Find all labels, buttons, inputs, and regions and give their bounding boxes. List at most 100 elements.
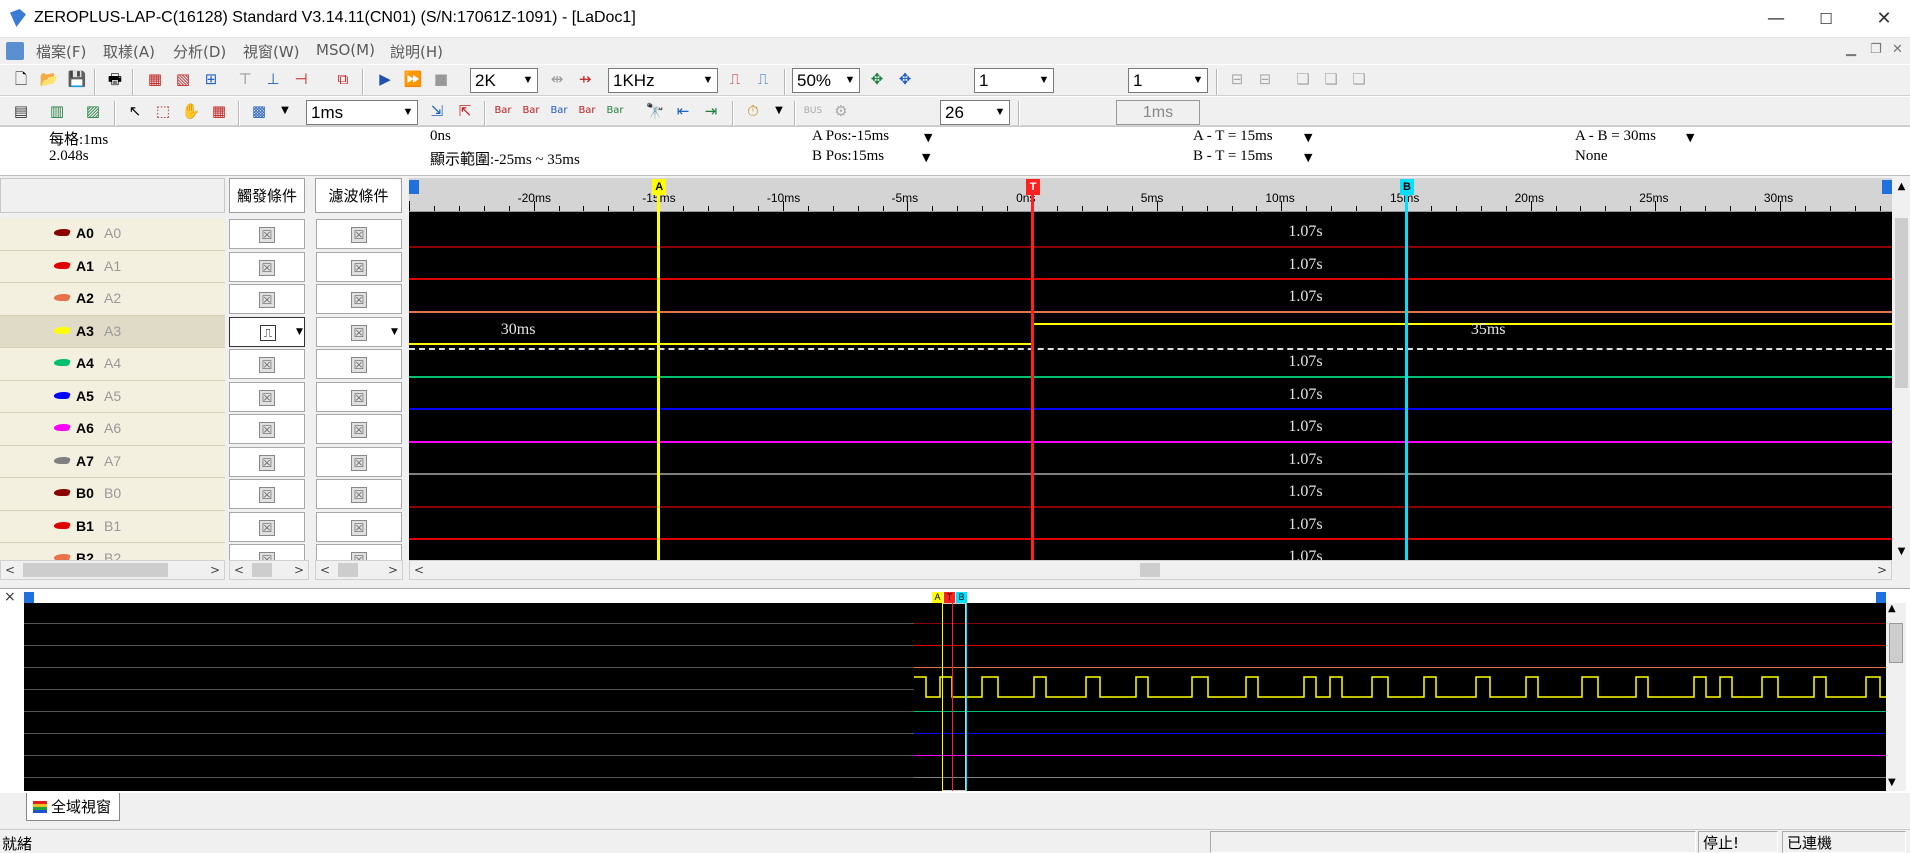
chevron-down-icon[interactable]: ▼ (296, 327, 303, 337)
signal-list-scrollbar[interactable]: < > (0, 560, 225, 580)
scroll-up-icon[interactable]: ▲ (1888, 603, 1896, 614)
filter-condition-cell[interactable]: ☒ (316, 446, 402, 477)
signal-row-b1[interactable]: B1 B1 (0, 510, 225, 543)
combo-a-select[interactable]: 1 ▼ (974, 68, 1054, 93)
signal-row-a3[interactable]: A3 A3 (0, 315, 225, 348)
copy-icon[interactable]: ❏ (1290, 65, 1316, 93)
trigger-rise-icon[interactable]: ⊤ (232, 65, 258, 93)
scroll-thumb[interactable] (252, 563, 272, 577)
trigger-condition-cell[interactable]: ☒ (229, 511, 305, 542)
sample-rate-select[interactable]: 1KHz ▼ (608, 68, 718, 93)
menu-acquire[interactable]: 取樣(A) (103, 41, 155, 62)
filter-condition-header[interactable]: 濾波條件 (315, 178, 402, 213)
signal-row-a7[interactable]: A7 A7 (0, 445, 225, 478)
ruler-left-end-marker[interactable] (409, 180, 419, 194)
signal-row-a4[interactable]: A4 A4 (0, 348, 225, 381)
print-icon[interactable]: 🖶 (102, 65, 128, 93)
minimize-button[interactable]: — (1753, 0, 1799, 38)
pointer-icon[interactable]: ↖ (122, 97, 148, 125)
clock-setup-icon[interactable]: ⧉ (330, 65, 356, 93)
scroll-left-icon[interactable]: < (316, 561, 334, 579)
a-minus-t-dropdown[interactable]: ▼ (1304, 131, 1312, 144)
scroll-right-icon[interactable]: > (206, 561, 224, 579)
scroll-left-icon[interactable]: < (1, 561, 19, 579)
calendar-icon[interactable]: ▦ (206, 97, 232, 125)
signal-row-a0[interactable]: A0 A0 (0, 218, 225, 251)
zoom-in-icon[interactable]: ✥ (864, 65, 890, 93)
maximize-button[interactable]: ☐ (1803, 0, 1849, 38)
filter-condition-cell[interactable]: ☒ ▼ (316, 316, 402, 347)
overview-flag-a[interactable]: A (932, 592, 943, 603)
overview-left-end-marker[interactable] (24, 592, 34, 603)
bar-cursor-icon[interactable]: Bar (490, 97, 516, 125)
trigger-condition-cell[interactable]: ☒ (229, 219, 305, 249)
zoom-out-icon[interactable]: ✥ (892, 65, 918, 93)
trigger-condition-cell[interactable]: ☒ (229, 251, 305, 282)
external-clock-icon[interactable]: ⎍ (722, 65, 748, 93)
trigger-position-select[interactable]: 50% ▼ (792, 68, 860, 93)
ruler-right-end-marker[interactable] (1882, 180, 1892, 194)
mdi-minimize-button[interactable]: ▁ (1846, 42, 1856, 57)
timer-icon[interactable]: ⏱ (740, 97, 766, 125)
mdi-restore-button[interactable]: ❐ (1870, 42, 1882, 57)
menu-help[interactable]: 說明(H) (390, 41, 443, 62)
trigger-condition-header[interactable]: 觸發條件 (229, 178, 305, 213)
trigger-pos-icon[interactable]: ⊣ (288, 65, 314, 93)
bus-icon[interactable]: BUS (800, 97, 826, 125)
trigger-condition-cell[interactable]: ☒ (229, 381, 305, 412)
mdi-close-button[interactable]: ✕ (1892, 42, 1903, 57)
overview-view-window[interactable] (942, 603, 966, 791)
bar-b-icon[interactable]: Bar (546, 97, 572, 125)
cursor-b-flag[interactable]: B (1399, 179, 1414, 195)
filter-condition-cell[interactable]: ☒ (316, 381, 402, 412)
a-minus-b-dropdown[interactable]: ▼ (1686, 131, 1694, 144)
trigger-column-scrollbar[interactable]: < > (229, 560, 309, 580)
group-icon[interactable]: ⊞ (198, 65, 224, 93)
delete-icon[interactable]: ❏ (1346, 65, 1372, 93)
bar-add-icon[interactable]: Bar (602, 97, 628, 125)
save-icon[interactable]: 💾 (64, 65, 90, 93)
trigger-condition-cell[interactable]: ☒ (229, 414, 305, 444)
bus-setup-icon[interactable]: ⚙ (828, 97, 854, 125)
select-region-icon[interactable]: ⬚ (150, 97, 176, 125)
waveform-display[interactable]: 1.07s 1.07s 1.07s 30ms 35ms 1.07s 1.07s 1.07s 1.… (409, 178, 1892, 560)
scroll-right-icon[interactable]: > (290, 561, 308, 579)
scroll-thumb[interactable] (1895, 218, 1908, 388)
signal-row-a5[interactable]: A5 A5 (0, 380, 225, 413)
trigger-condition-cell[interactable]: ☒ (229, 349, 305, 379)
chevron-down-icon[interactable]: ▼ (766, 97, 792, 125)
cursor-b-line[interactable] (1404, 178, 1408, 560)
scroll-down-icon[interactable]: ▼ (1893, 543, 1910, 560)
scroll-left-icon[interactable]: < (410, 561, 428, 579)
run-icon[interactable]: ▶ (372, 65, 398, 93)
stop-icon[interactable]: ■ (428, 65, 454, 93)
signal-row-a1[interactable]: A1 A1 (0, 250, 225, 283)
scroll-right-icon[interactable]: > (384, 561, 402, 579)
filter-condition-cell[interactable]: ☒ (316, 479, 402, 509)
tab-global-view[interactable]: 全域視窗 (26, 793, 120, 821)
channel-setup-icon[interactable]: ▦ (142, 65, 168, 93)
search-prev-icon[interactable]: ⇤ (670, 97, 696, 125)
b-pos-dropdown[interactable]: ▼ (922, 151, 930, 164)
trigger-condition-cell[interactable]: ☒ (229, 446, 305, 477)
cursor-a-flag[interactable]: A (652, 179, 667, 195)
open-folder-icon[interactable]: 📂 (36, 65, 62, 93)
align-right-icon[interactable]: ⊟ (1252, 65, 1278, 93)
depth-decrease-icon[interactable]: ⇹ (544, 65, 570, 93)
trigger-condition-cell[interactable]: ⎍ ▼ (229, 316, 305, 347)
cursor-t-line[interactable] (1031, 178, 1035, 560)
doc-icon[interactable] (6, 42, 24, 60)
scroll-up-icon[interactable]: ▲ (1893, 178, 1910, 195)
app-icon[interactable] (10, 9, 26, 27)
filter-condition-cell[interactable]: ☒ (316, 284, 402, 314)
filter-column-scrollbar[interactable]: < > (315, 560, 403, 580)
filter-condition-cell[interactable]: ☒ (316, 349, 402, 379)
cursor-a-line[interactable] (657, 178, 661, 560)
menu-analyze[interactable]: 分析(D) (173, 41, 226, 62)
paste-icon[interactable]: ❏ (1318, 65, 1344, 93)
search-next-icon[interactable]: ⇥ (698, 97, 724, 125)
scroll-right-icon[interactable]: > (1873, 561, 1891, 579)
overview-right-end-marker[interactable] (1876, 592, 1886, 603)
close-pane-icon[interactable]: × (4, 589, 16, 605)
trigger-condition-cell[interactable]: ☒ (229, 479, 305, 509)
